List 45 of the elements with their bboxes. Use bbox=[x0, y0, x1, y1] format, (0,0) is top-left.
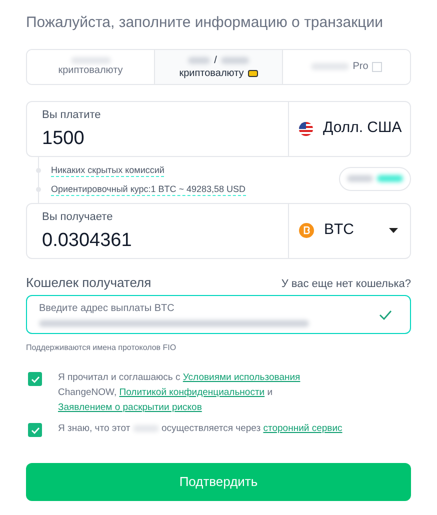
field-label: Вы получаете bbox=[42, 210, 114, 224]
amount-value: 0.0304361 bbox=[42, 229, 133, 253]
amount-value: 1500 bbox=[42, 127, 86, 151]
tab-label: / bbox=[214, 54, 217, 66]
agreement-checkbox[interactable] bbox=[28, 423, 42, 437]
no-wallet-link[interactable]: У вас еще нет кошелька? bbox=[281, 276, 411, 292]
agreement-checkbox[interactable] bbox=[28, 372, 42, 386]
tab-label: криптовалюту bbox=[58, 64, 123, 76]
blurred-text bbox=[188, 56, 210, 64]
blurred-text bbox=[310, 63, 349, 70]
tab-label: Pro bbox=[352, 60, 368, 73]
buy-sell-toggle[interactable] bbox=[339, 166, 411, 190]
info-link[interactable]: Никаких скрытых комиссий bbox=[51, 164, 164, 176]
info-link[interactable]: Ориентировочный курс:1 BTC ~ 49283,58 USD bbox=[51, 182, 246, 196]
wallet-label: Кошелек получателя bbox=[26, 274, 152, 292]
flag-icon bbox=[299, 122, 313, 136]
blurred-text bbox=[377, 175, 403, 182]
currency-name: BTC bbox=[324, 220, 354, 240]
agreement-text: Я прочитал и соглашаюсь с Условиями использования ChangeNOW, Политикой конфиденциальности и Заявлением о раскрытии рисков bbox=[58, 371, 302, 415]
checkbox-icon bbox=[372, 62, 382, 72]
field-label: Введите адрес выплаты BTC bbox=[39, 302, 176, 314]
checkmark-icon bbox=[30, 426, 40, 434]
checkmark-icon bbox=[30, 376, 40, 382]
currency-select[interactable]: BTC bbox=[288, 204, 410, 258]
blurred-text bbox=[132, 424, 159, 432]
card-icon bbox=[248, 70, 258, 76]
tab-label: криптовалюту bbox=[179, 66, 244, 80]
terms-link[interactable]: Политикой конфиденциальности bbox=[119, 387, 265, 398]
mode-tab[interactable]: Pro bbox=[282, 50, 410, 84]
hint-text: Поддерживаются имена протоколов FIO bbox=[26, 342, 178, 354]
terms-link[interactable]: сторонний сервис bbox=[263, 423, 342, 434]
address-field[interactable]: Введите адрес выплаты BTC bbox=[26, 295, 411, 334]
currency-name: Долл. США bbox=[323, 118, 402, 138]
terms-link[interactable]: Условиями использования bbox=[182, 372, 300, 383]
blurred-text bbox=[70, 56, 110, 64]
currency-select[interactable]: Долл. США bbox=[288, 102, 410, 156]
dropdown-caret-icon bbox=[389, 228, 398, 233]
blurred-text bbox=[347, 175, 373, 182]
blurred-text bbox=[220, 56, 249, 64]
mode-tab[interactable]: / криптовалюту bbox=[154, 50, 282, 84]
terms-link[interactable]: Заявлением о раскрытии рисков bbox=[58, 402, 202, 413]
agreement-text: Я знаю, что этот осуществляется через сторонний сервис bbox=[58, 422, 344, 436]
page-title: Пожалуйста, заполните информацию о транзакции bbox=[26, 13, 384, 33]
bitcoin-icon bbox=[299, 223, 314, 238]
field-label: Вы платите bbox=[42, 108, 102, 122]
